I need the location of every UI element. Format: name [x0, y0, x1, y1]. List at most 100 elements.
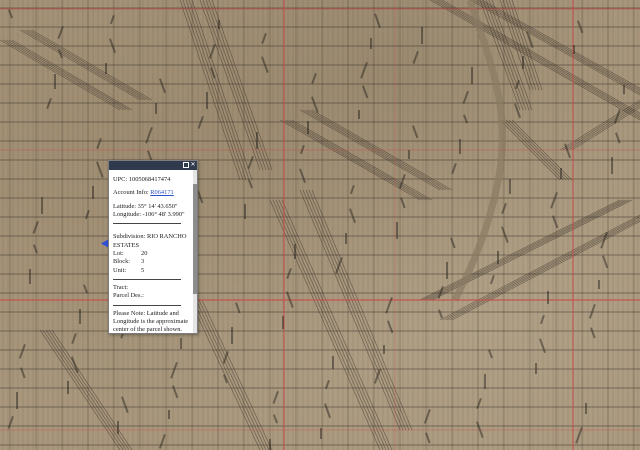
street-label-mark: [598, 280, 600, 289]
street-label-mark: [299, 168, 307, 184]
diagonal-street: [275, 199, 387, 450]
street-label-mark: [273, 414, 278, 424]
street-label-mark: [383, 345, 385, 354]
street-label-mark: [46, 98, 52, 110]
street-label-mark: [168, 410, 170, 419]
street-label-mark: [96, 138, 102, 150]
street-label-mark: [423, 409, 431, 424]
street-label-mark: [459, 139, 461, 154]
street-label-mark: [348, 208, 357, 224]
diagonal-street: [199, 0, 261, 171]
street-label-mark: [421, 27, 423, 44]
street-label-mark: [294, 244, 296, 259]
street-label-mark: [358, 110, 360, 119]
street-label-mark: [501, 226, 509, 243]
street-label-mark: [256, 132, 258, 149]
street-label-mark: [96, 161, 104, 178]
account-link[interactable]: R064171: [150, 189, 173, 196]
diagonal-street: [201, 299, 273, 450]
street-label-mark: [396, 222, 398, 239]
street-label-mark: [29, 269, 31, 284]
street-label-mark: [484, 374, 486, 389]
popup-titlebar[interactable]: ✕: [109, 161, 197, 170]
divider: [113, 304, 181, 306]
street-label-mark: [84, 210, 90, 220]
street-label-mark: [231, 327, 233, 344]
diagonal-street: [419, 199, 621, 301]
street-label-mark: [547, 291, 549, 304]
diagonal-street: [299, 189, 401, 431]
street-label-mark: [514, 103, 522, 119]
scroll-thumb[interactable]: [193, 184, 197, 294]
street-label-mark: [370, 38, 372, 49]
diagonal-street: [195, 299, 267, 450]
street-label-mark: [158, 434, 166, 449]
street-label-mark: [16, 392, 18, 409]
close-icon[interactable]: ✕: [190, 162, 196, 168]
street-label-mark: [248, 179, 253, 189]
popup-content: UPC: 1005068417474 Account Info: R064171…: [109, 170, 192, 333]
unit-value: 5: [141, 266, 145, 274]
longitude-text: Longitude: -106° 48' 3.990": [113, 210, 185, 218]
street-label-mark: [121, 396, 129, 413]
street-label-mark: [323, 403, 332, 419]
street-label-mark: [307, 121, 309, 134]
street-label-mark: [585, 403, 587, 414]
street-label-mark: [408, 150, 410, 159]
diagonal-street: [499, 0, 531, 91]
street-label-mark: [261, 33, 267, 45]
diagonal-street: [568, 105, 640, 151]
street-label-mark: [159, 78, 167, 94]
diagonal-street: [198, 299, 270, 450]
maximize-icon[interactable]: [183, 162, 189, 168]
street-label-mark: [206, 92, 208, 109]
street-label-mark: [476, 421, 484, 438]
diagonal-street: [51, 329, 133, 450]
street-label-mark: [170, 362, 178, 379]
street-label-mark: [320, 428, 322, 439]
street-label-mark: [311, 73, 317, 85]
street-label-mark: [92, 186, 94, 199]
street-label-mark: [117, 421, 119, 434]
street-label-mark: [560, 168, 562, 179]
street-label-mark: [497, 251, 499, 264]
street-label-mark: [550, 192, 558, 209]
street-label-mark: [446, 262, 448, 279]
street-label-mark: [522, 56, 524, 69]
diagonal-street: [438, 0, 640, 116]
street-label-mark: [611, 157, 613, 174]
street-label-mark: [41, 197, 43, 214]
street-label-mark: [71, 333, 77, 345]
diagonal-street: [305, 189, 407, 431]
street-label-mark: [349, 184, 355, 195]
divider: [113, 223, 181, 225]
street-label-mark: [105, 63, 107, 74]
diagonal-street: [8, 39, 130, 111]
street-label-mark: [487, 349, 493, 359]
popup-scrollbar[interactable]: [193, 170, 197, 333]
account-info: Account Info: R064171: [113, 189, 189, 197]
street-label-mark: [588, 304, 596, 319]
street-label-mark: [282, 316, 284, 329]
street-label-mark: [360, 61, 368, 79]
street-label-mark: [509, 179, 511, 194]
street-label-mark: [539, 315, 545, 325]
street-label-mark: [623, 85, 625, 94]
street-label-mark: [33, 244, 38, 254]
diagonal-street: [308, 189, 410, 431]
lot-row: Lot: 20: [113, 250, 189, 258]
unit-label: Unit:: [113, 266, 127, 274]
street-label-mark: [299, 145, 305, 155]
note-text: Please Note: Latitude and Longitude is t…: [113, 309, 189, 333]
street-label-mark: [438, 309, 443, 319]
street-label-mark: [67, 381, 69, 394]
latitude-text: Latitude: 35° 14' 43.650": [113, 202, 178, 210]
diagonal-street: [425, 199, 627, 301]
street-label-mark: [79, 309, 81, 324]
aerial-parcel-map[interactable]: [0, 0, 640, 450]
street-label-mark: [244, 204, 246, 219]
street-label-mark: [83, 284, 88, 294]
street-label-mark: [332, 356, 334, 369]
diagonal-street: [278, 199, 390, 450]
street-label-mark: [345, 233, 347, 244]
